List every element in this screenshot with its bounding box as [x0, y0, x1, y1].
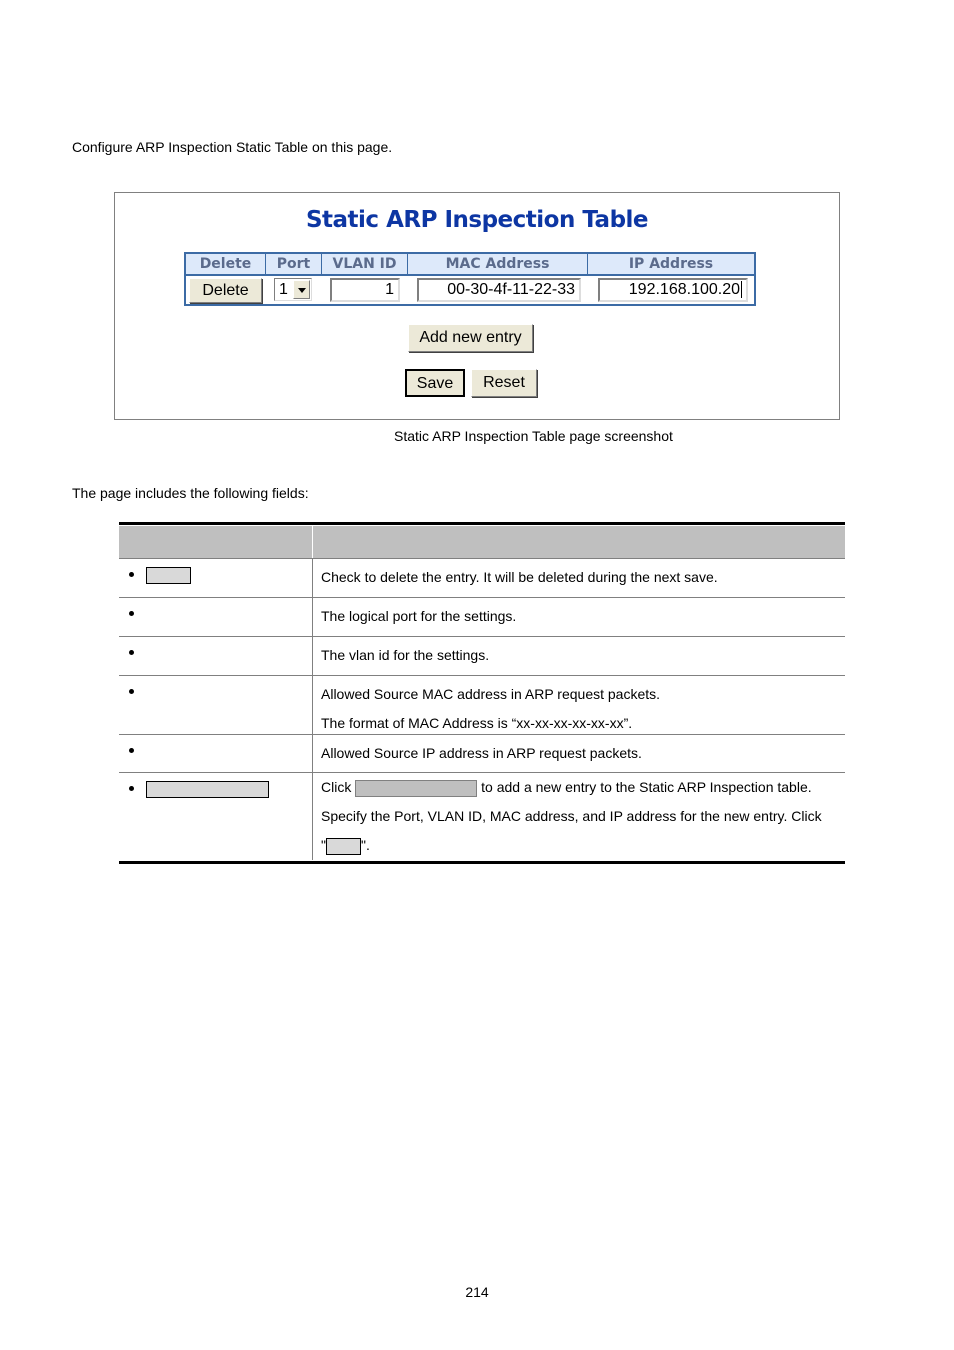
description-line: Specify the Port, VLAN ID, MAC address, …	[321, 808, 822, 824]
click-text: Click	[321, 779, 352, 795]
add-new-entry-inline-box	[355, 779, 478, 797]
add-new-entry-label-box	[146, 781, 269, 798]
save-button[interactable]: Save	[405, 369, 465, 397]
fields-table: Check to delete the entry. It will be de…	[119, 522, 845, 864]
delete-field-label-box	[146, 567, 191, 584]
table-row: Allowed Source MAC address in ARP reques…	[119, 676, 845, 735]
description-text: to add a new entry to the Static ARP Ins…	[481, 779, 812, 795]
dropdown-arrow-icon[interactable]	[293, 280, 310, 299]
mac-address-input[interactable]: 00-30-4f-11-22-33	[417, 278, 581, 302]
delete-button[interactable]: Delete	[189, 278, 262, 303]
reset-button[interactable]: Reset	[471, 369, 537, 397]
quote-close: ".	[360, 837, 370, 853]
port-select[interactable]: 1	[274, 278, 312, 301]
column-header-port: Port	[266, 254, 322, 274]
fields-table-header	[119, 525, 845, 559]
bullet-icon	[129, 650, 134, 655]
column-header-vlan-id: VLAN ID	[322, 254, 408, 274]
bullet-icon	[129, 611, 134, 616]
ip-address-value: 192.168.100.20	[628, 281, 740, 298]
description-cell: Allowed Source IP address in ARP request…	[321, 745, 642, 761]
table-row: Click to add a new entry to the Static A…	[119, 773, 845, 860]
text-caret	[741, 281, 742, 299]
column-header-ip-address: IP Address	[628, 256, 714, 272]
add-new-entry-button[interactable]: Add new entry	[408, 324, 533, 352]
header-description-cell	[313, 526, 845, 558]
save-inline-box	[325, 837, 361, 855]
table-row: Check to delete the entry. It will be de…	[119, 559, 845, 598]
static-arp-table: Delete Port VLAN ID MAC Address IP Addre…	[184, 252, 756, 306]
description-line: The format of MAC Address is “xx-xx-xx-x…	[321, 715, 633, 731]
table-bottom-rule	[119, 861, 845, 864]
bullet-icon	[129, 786, 134, 791]
fields-intro: The page includes the following fields:	[72, 485, 309, 501]
intro-text: Configure ARP Inspection Static Table on…	[72, 139, 393, 155]
vlan-id-value: 1	[385, 281, 394, 298]
mac-address-value: 00-30-4f-11-22-33	[447, 281, 575, 298]
description-cell: The vlan id for the settings.	[321, 647, 490, 663]
table-header-row: Delete Port VLAN ID MAC Address IP Addre…	[186, 254, 754, 276]
page-number: 214	[465, 1284, 489, 1300]
port-select-value: 1	[279, 281, 288, 298]
bullet-icon	[129, 689, 134, 694]
screenshot-title: Static ARP Inspection Table	[305, 207, 649, 233]
ip-address-input[interactable]: 192.168.100.20	[598, 278, 748, 302]
header-object-cell	[119, 526, 313, 558]
description-line: Click to add a new entry to the Static A…	[321, 773, 845, 802]
description-line: Allowed Source MAC address in ARP reques…	[321, 686, 661, 702]
table-row: The logical port for the settings.	[119, 598, 845, 637]
vlan-id-input[interactable]: 1	[330, 278, 400, 302]
bullet-icon	[129, 748, 134, 753]
figure-caption: Static ARP Inspection Table page screens…	[394, 428, 673, 444]
description-line: " ".	[321, 831, 845, 860]
column-header-delete: Delete	[186, 254, 266, 274]
description-cell: The logical port for the settings.	[321, 608, 517, 624]
table-row: The vlan id for the settings.	[119, 637, 845, 676]
screenshot-frame: Static ARP Inspection Table Delete Port …	[114, 192, 840, 420]
column-header-mac-address: MAC Address	[408, 254, 588, 274]
table-row: Allowed Source IP address in ARP request…	[119, 735, 845, 773]
description-cell: Check to delete the entry. It will be de…	[321, 569, 718, 585]
bullet-icon	[129, 572, 134, 577]
